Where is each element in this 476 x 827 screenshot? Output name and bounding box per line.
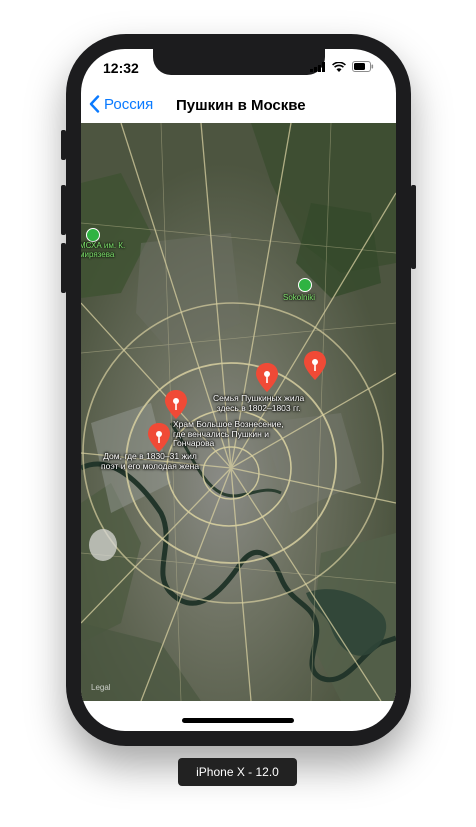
page-title: Пушкин в Москве bbox=[176, 97, 306, 114]
status-icons bbox=[310, 61, 374, 72]
park-icon[interactable] bbox=[298, 278, 312, 292]
legal-link[interactable]: Legal bbox=[91, 683, 111, 692]
navigation-bar: Россия Пушкин в Москве bbox=[81, 91, 396, 123]
status-time: 12:32 bbox=[103, 60, 139, 76]
map-pin[interactable] bbox=[164, 390, 188, 420]
device-label: iPhone X - 12.0 bbox=[178, 758, 297, 786]
mute-switch bbox=[61, 130, 66, 160]
map-view[interactable]: МСХА им. К. мирязева Sokolniki Семья Пуш… bbox=[81, 123, 396, 701]
wifi-icon bbox=[332, 61, 346, 72]
map-pin[interactable] bbox=[303, 351, 327, 381]
chevron-left-icon bbox=[89, 95, 100, 113]
pin-label-arbat-house-text: Дом, где в 1830–31 жил поэт и его молода… bbox=[101, 451, 200, 471]
battery-icon bbox=[352, 61, 374, 72]
back-button[interactable]: Россия bbox=[89, 95, 153, 113]
pin-label-great-ascension-text: Храм Большое Вознесение, где венчались П… bbox=[173, 419, 284, 448]
pin-label-great-ascension: Храм Большое Вознесение, где венчались П… bbox=[173, 419, 284, 449]
back-button-label: Россия bbox=[104, 95, 154, 113]
notch bbox=[153, 49, 325, 75]
power-button bbox=[411, 185, 416, 269]
map-pin[interactable] bbox=[147, 423, 171, 453]
home-indicator[interactable] bbox=[182, 718, 294, 723]
pin-label-pushkin-family-text: Семья Пушкиных жила здесь в 1802–1803 гг… bbox=[213, 393, 305, 413]
park-icon[interactable] bbox=[86, 228, 100, 242]
map-pin[interactable] bbox=[255, 363, 279, 393]
poi-label-mskha-text: МСХА им. К. мирязева bbox=[81, 241, 126, 259]
screen: 12:32 Россия Пушкин в Москве МСХА им. К.… bbox=[81, 49, 396, 731]
poi-label-mskha: МСХА им. К. мирязева bbox=[81, 241, 125, 259]
pin-label-pushkin-family: Семья Пушкиных жила здесь в 1802–1803 гг… bbox=[213, 393, 305, 413]
volume-down-button bbox=[61, 243, 66, 293]
volume-up-button bbox=[61, 185, 66, 235]
poi-label-sokolniki: Sokolniki bbox=[283, 293, 316, 302]
signal-icon bbox=[310, 61, 325, 72]
pin-label-arbat-house: Дом, где в 1830–31 жил поэт и его молода… bbox=[101, 451, 200, 471]
